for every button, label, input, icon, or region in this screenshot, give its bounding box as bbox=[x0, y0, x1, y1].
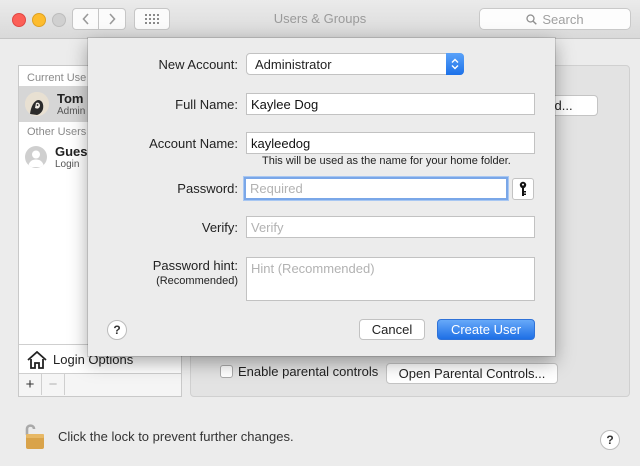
search-placeholder: Search bbox=[542, 11, 584, 27]
sidebar-bottom-bar: + − bbox=[19, 373, 181, 396]
toolbar: Users & Groups Search bbox=[0, 0, 640, 39]
key-icon bbox=[519, 181, 527, 196]
users-groups-window: Users & Groups Search Current Use Tom N bbox=[0, 0, 640, 466]
password-label: Password: bbox=[177, 181, 238, 196]
user-role: Login bbox=[55, 159, 80, 170]
chevron-left-icon bbox=[81, 13, 89, 25]
search-field[interactable]: Search bbox=[479, 8, 631, 30]
add-user-button[interactable]: + bbox=[19, 374, 42, 395]
account-type-popup[interactable]: Administrator bbox=[246, 53, 464, 75]
full-name-label: Full Name: bbox=[175, 97, 238, 112]
password-assistant-button[interactable] bbox=[512, 178, 534, 200]
new-account-sheet: New Account: Administrator Full Name: Ac… bbox=[88, 38, 555, 356]
minimize-window-button[interactable] bbox=[32, 13, 46, 27]
back-forward-group bbox=[72, 8, 128, 30]
account-name-note: This will be used as the name for your h… bbox=[262, 155, 511, 167]
remove-user-button[interactable]: − bbox=[42, 374, 65, 395]
window-title: Users & Groups bbox=[273, 11, 367, 26]
full-name-field[interactable] bbox=[246, 93, 535, 115]
lock-row: Click the lock to prevent further change… bbox=[22, 422, 294, 450]
help-button[interactable]: ? bbox=[600, 430, 620, 450]
parental-controls-checkbox[interactable] bbox=[220, 365, 233, 378]
zoom-window-button[interactable] bbox=[52, 13, 66, 27]
password-hint-field[interactable] bbox=[246, 257, 535, 301]
parental-controls-label: Enable parental controls bbox=[238, 364, 379, 379]
avatar bbox=[25, 92, 49, 116]
search-icon bbox=[526, 13, 538, 25]
verify-field[interactable] bbox=[246, 216, 535, 238]
close-window-button[interactable] bbox=[12, 13, 26, 27]
account-type-value: Administrator bbox=[255, 56, 332, 72]
house-icon bbox=[27, 350, 47, 369]
parental-controls-row: Enable parental controls bbox=[220, 364, 378, 379]
verify-label: Verify: bbox=[201, 220, 238, 235]
guest-avatar-icon bbox=[25, 146, 47, 168]
unlocked-lock-icon[interactable] bbox=[22, 422, 46, 450]
forward-button[interactable] bbox=[99, 8, 126, 30]
show-all-button[interactable] bbox=[134, 8, 170, 30]
cancel-button[interactable]: Cancel bbox=[359, 319, 425, 340]
password-hint-sublabel: (Recommended) bbox=[156, 275, 238, 287]
chevron-right-icon bbox=[109, 13, 116, 25]
password-field[interactable] bbox=[244, 177, 508, 200]
account-name-field[interactable] bbox=[246, 132, 535, 154]
lock-text: Click the lock to prevent further change… bbox=[58, 428, 294, 444]
open-parental-controls-button[interactable]: Open Parental Controls... bbox=[386, 363, 558, 384]
other-users-header: Other Users bbox=[27, 126, 87, 138]
new-account-label: New Account: bbox=[158, 57, 239, 72]
grid-icon bbox=[145, 14, 159, 24]
create-user-button[interactable]: Create User bbox=[437, 319, 535, 340]
user-name: Gues bbox=[55, 144, 88, 159]
popup-arrows-icon bbox=[446, 53, 464, 75]
account-name-label: Account Name: bbox=[149, 136, 238, 151]
current-users-header: Current Use bbox=[27, 72, 87, 84]
password-hint-label: Password hint: bbox=[152, 258, 238, 273]
back-button[interactable] bbox=[72, 8, 99, 30]
sheet-help-button[interactable]: ? bbox=[107, 320, 127, 340]
